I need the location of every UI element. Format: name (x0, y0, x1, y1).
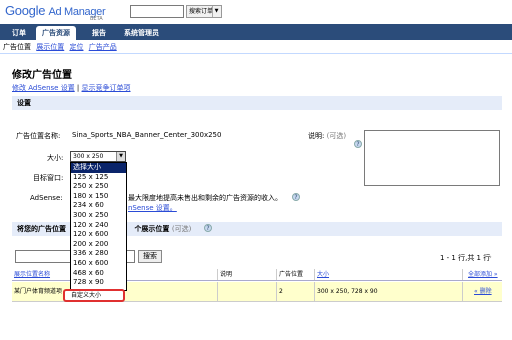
placements-title-b: 个展示位置 (134, 225, 170, 233)
size-option[interactable]: 120 x 240 (71, 221, 126, 231)
tab-reports[interactable]: 报告 (86, 26, 112, 40)
custom-size-option[interactable]: 自定义大小 (63, 289, 125, 302)
adsense-description: 最大限度地提高未售出和剩余的广告资源的收入。 (128, 194, 282, 202)
remove-link[interactable]: « 删除 (474, 282, 492, 302)
tab-admin[interactable]: 系统管理员 (118, 26, 165, 40)
description-optional: (可选) (326, 132, 347, 140)
col-size[interactable]: 大小 (317, 269, 329, 281)
subnav-ad-units[interactable]: 广告位置 (3, 43, 31, 51)
description-textarea[interactable] (364, 130, 500, 186)
edit-adsense-link[interactable]: 修改 AdSense 设置 (12, 84, 75, 92)
size-option[interactable]: 728 x 90 (71, 278, 126, 288)
description-label-text: 说明: (308, 132, 325, 140)
adsense-label: AdSense: (30, 194, 63, 202)
help-icon[interactable]: ? (204, 224, 212, 232)
subnav-placements[interactable]: 展示位置 (36, 43, 64, 51)
logo-google: Google (5, 3, 46, 18)
subnav-targeting[interactable]: 定位 (69, 43, 83, 51)
size-label: 大小: (47, 154, 64, 162)
page-links: 修改 AdSense 设置 | 显示竞争订单项 (12, 84, 131, 92)
pagination-info: 1 - 1 行,共 1 行 (440, 254, 491, 262)
size-option[interactable]: 234 x 60 (71, 201, 126, 211)
sub-navigation: 广告位置 展示位置 定位 广告产品 (0, 40, 512, 54)
col-ad-units: 广告位置 (279, 271, 304, 278)
row-ad-unit-count: 2 (279, 288, 283, 295)
description-label: 说明: (可选) (308, 131, 346, 141)
size-option[interactable]: 120 x 600 (71, 230, 126, 240)
ad-unit-name-label: 广告位置名称: (16, 132, 61, 140)
col-name[interactable]: 展示位置名称 (14, 269, 50, 281)
size-option[interactable]: 选择大小 (71, 163, 126, 173)
target-window-label: 目标窗口: (33, 174, 64, 182)
size-option[interactable]: 180 x 150 (71, 192, 126, 202)
show-competing-link[interactable]: 显示竞争订单项 (82, 84, 131, 92)
chevron-down-icon: ▼ (212, 6, 220, 17)
beta-label: BETA (90, 16, 103, 22)
tab-inventory[interactable]: 广告资源 (36, 26, 76, 40)
size-select-value: 300 x 250 (73, 153, 104, 160)
placements-title-a: 将您的广告位置 (17, 225, 66, 233)
ad-unit-name-value: Sina_Sports_NBA_Banner_Center_300x250 (72, 131, 222, 139)
tab-orders[interactable]: 订单 (6, 26, 32, 40)
page-nav[interactable]: ‹ › (484, 253, 492, 261)
size-option[interactable]: 300 x 250 (71, 211, 126, 221)
size-dropdown-list[interactable]: 选择大小 125 x 125 250 x 250 180 x 150 234 x… (70, 162, 127, 291)
settings-section-header: 设置 (12, 96, 502, 110)
row-sizes: 300 x 250, 728 x 90 (317, 288, 378, 295)
help-icon[interactable]: ? (354, 140, 362, 148)
help-icon[interactable]: ? (292, 193, 300, 201)
search-scope-button[interactable]: 搜索订单 ▼ (186, 5, 222, 18)
main-nav-bar (0, 24, 512, 40)
chevron-down-icon: ▼ (116, 152, 125, 161)
size-option[interactable]: 200 x 200 (71, 240, 126, 250)
col-description: 说明 (220, 271, 233, 278)
subnav-products[interactable]: 广告产品 (89, 43, 117, 51)
search-scope-label: 搜索订单 (189, 8, 214, 15)
order-search-input[interactable] (130, 5, 184, 18)
size-select[interactable]: 300 x 250 ▼ (70, 151, 126, 162)
size-option[interactable]: 125 x 125 (71, 173, 126, 183)
row-placement-name: 某门户体育频道项 (14, 288, 63, 295)
search-button[interactable]: 搜索 (138, 250, 162, 263)
page-title: 修改广告位置 (12, 70, 72, 81)
adsense-settings-link[interactable]: nSense 设置。 (128, 203, 177, 213)
size-option[interactable]: 336 x 280 (71, 249, 126, 259)
size-option[interactable]: 468 x 60 (71, 269, 126, 279)
add-all-link[interactable]: 全部添加 » (468, 269, 498, 281)
size-option[interactable]: 160 x 600 (71, 259, 126, 269)
size-option[interactable]: 250 x 250 (71, 182, 126, 192)
placements-optional: (可选) (171, 225, 192, 233)
